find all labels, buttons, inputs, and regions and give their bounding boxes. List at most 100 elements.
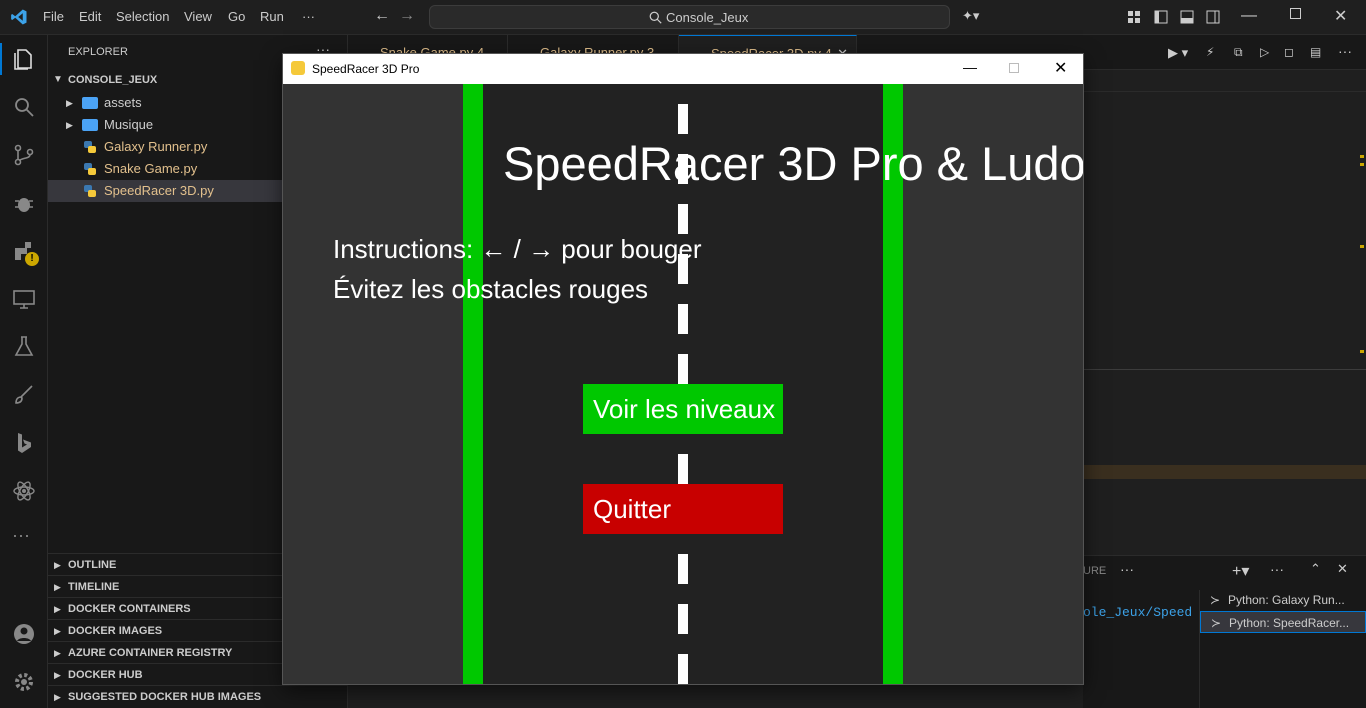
panel-label: TIMELINE (68, 581, 120, 593)
tree-item-label: SpeedRacer 3D.py (104, 183, 214, 198)
maximize-panel-icon[interactable]: ⌃ (1310, 561, 1321, 577)
terminal-icon: ≻ (1210, 593, 1221, 607)
view-levels-button[interactable]: Voir les niveaux (583, 384, 783, 434)
terminal-icon: ≻ (1211, 616, 1222, 630)
tree-item-label: assets (104, 95, 142, 110)
menu-view[interactable]: View (184, 9, 212, 24)
python-file-icon (84, 141, 96, 153)
customize-layout-icon[interactable] (1127, 10, 1141, 24)
panel-suggested-docker[interactable]: ▶ SUGGESTED DOCKER HUB IMAGES (48, 685, 348, 707)
chevron-right-icon: ▶ (54, 582, 61, 592)
lane-dash (678, 304, 688, 334)
menu-run[interactable]: Run (260, 9, 284, 24)
search-icon (649, 11, 662, 24)
panel-label: OUTLINE (68, 559, 117, 571)
panel-more-icon[interactable]: ··· (1120, 561, 1134, 577)
paint-brush-icon[interactable] (12, 383, 36, 407)
terminal-more-icon[interactable]: ··· (1270, 561, 1284, 577)
back-arrow-icon[interactable]: ← (374, 7, 390, 25)
chevron-right-icon: ▶ (54, 692, 61, 702)
terminal-item-speedracer[interactable]: ≻ Python: SpeedRacer... (1200, 611, 1366, 633)
panel-label: DOCKER IMAGES (68, 625, 163, 637)
panel-tab-label[interactable]: URE (1083, 565, 1106, 577)
python-file-icon (84, 185, 96, 197)
testing-icon[interactable] (12, 335, 36, 359)
chevron-right-icon: ▶ (66, 98, 73, 108)
lane-dash (678, 454, 688, 484)
minimize-icon[interactable]: — (963, 59, 977, 75)
lane-dash (678, 654, 688, 684)
close-icon[interactable]: ✕ (1054, 58, 1067, 78)
run-debug-icon[interactable] (12, 191, 36, 215)
search-view-icon[interactable] (12, 95, 36, 119)
panel-label: SUGGESTED DOCKER HUB IMAGES (68, 691, 262, 703)
instructions-line-1: Instructions: ← / → pour bouger (333, 234, 702, 264)
php-run-icon[interactable]: ▷ (1260, 45, 1269, 59)
minimize-icon[interactable]: — (1241, 7, 1257, 25)
chevron-down-icon: ▼ (53, 74, 63, 85)
new-terminal-icon[interactable]: +▾ (1232, 561, 1249, 581)
menu-go[interactable]: Go (228, 9, 245, 24)
title-bar: File Edit Selection View Go Run ··· ← → … (0, 0, 1366, 35)
terminal-item-galaxy[interactable]: ≻ Python: Galaxy Run... (1200, 589, 1366, 611)
copilot-icon[interactable]: ✦▾ (962, 8, 979, 24)
instructions-line-2: Évitez les obstacles rouges (333, 274, 649, 304)
warning-badge: ! (25, 252, 39, 266)
panel-label: DOCKER HUB (68, 669, 143, 681)
chevron-right-icon: ▶ (54, 670, 61, 680)
chevron-right-icon: ▶ (54, 626, 61, 636)
editor-more-icon[interactable]: ··· (1338, 43, 1352, 59)
panel-label: DOCKER CONTAINERS (68, 603, 191, 615)
account-icon[interactable] (12, 622, 36, 646)
game-window-titlebar: SpeedRacer 3D Pro — ✕ (283, 54, 1083, 84)
menu-edit[interactable]: Edit (79, 9, 101, 24)
minimap-marker (1360, 350, 1364, 353)
panel-label: AZURE CONTAINER REGISTRY (68, 647, 233, 659)
explorer-header: EXPLORER (68, 46, 128, 58)
remote-explorer-icon[interactable] (12, 287, 36, 311)
minimap-marker (1360, 245, 1364, 248)
lane-dash (678, 554, 688, 584)
run-python-icon[interactable]: ▶ ▾ (1168, 45, 1188, 61)
open-preview-icon[interactable]: ⧉ (1234, 45, 1243, 60)
divider (1083, 369, 1366, 370)
menu-file[interactable]: File (43, 9, 64, 24)
game-window: SpeedRacer 3D Pro — ✕ SpeedRacer 3D Pro … (283, 54, 1083, 684)
toggle-panel-icon[interactable] (1180, 10, 1194, 24)
source-control-icon[interactable] (12, 143, 36, 167)
terminal-item-label: Python: Galaxy Run... (1228, 593, 1345, 607)
maximize-icon (1009, 63, 1019, 73)
lane-dash (678, 604, 688, 634)
python-file-icon (84, 163, 96, 175)
quit-button[interactable]: Quitter (583, 484, 783, 534)
terminal-output: ole_Jeux/Speed (1083, 605, 1193, 620)
tree-item-label: Musique (104, 117, 154, 132)
menu-selection[interactable]: Selection (116, 9, 169, 24)
minimap-marker (1360, 155, 1364, 158)
php-debug-icon[interactable]: ◻ (1284, 45, 1294, 59)
toggle-secondary-sidebar-icon[interactable] (1206, 10, 1220, 24)
split-editor-icon[interactable]: ▤ (1310, 45, 1321, 59)
explorer-icon[interactable] (12, 47, 36, 71)
pygame-icon (291, 61, 305, 75)
menu-more[interactable]: ··· (302, 9, 315, 24)
folder-icon (82, 97, 98, 109)
active-indicator (0, 43, 2, 75)
react-icon[interactable] (12, 479, 36, 503)
maximize-icon[interactable] (1290, 8, 1301, 19)
workspace-root-label: CONSOLE_JEUX (68, 74, 158, 86)
chevron-right-icon: ▶ (54, 648, 61, 658)
more-views-icon[interactable]: ··· (12, 525, 30, 546)
close-panel-icon[interactable]: ✕ (1337, 561, 1348, 577)
settings-gear-icon[interactable] (12, 670, 36, 694)
close-icon[interactable]: ✕ (1334, 6, 1347, 26)
forward-arrow-icon[interactable]: → (399, 7, 415, 25)
search-label: Console_Jeux (666, 10, 749, 25)
debug-icon[interactable]: ⚡ (1206, 45, 1214, 59)
toggle-sidebar-icon[interactable] (1154, 10, 1168, 24)
game-heading: SpeedRacer 3D Pro & Ludo (503, 137, 1083, 190)
line-highlight (1083, 465, 1366, 479)
bing-icon[interactable] (12, 431, 36, 455)
lane-dash (678, 104, 688, 134)
command-center-search[interactable]: Console_Jeux (429, 5, 950, 29)
